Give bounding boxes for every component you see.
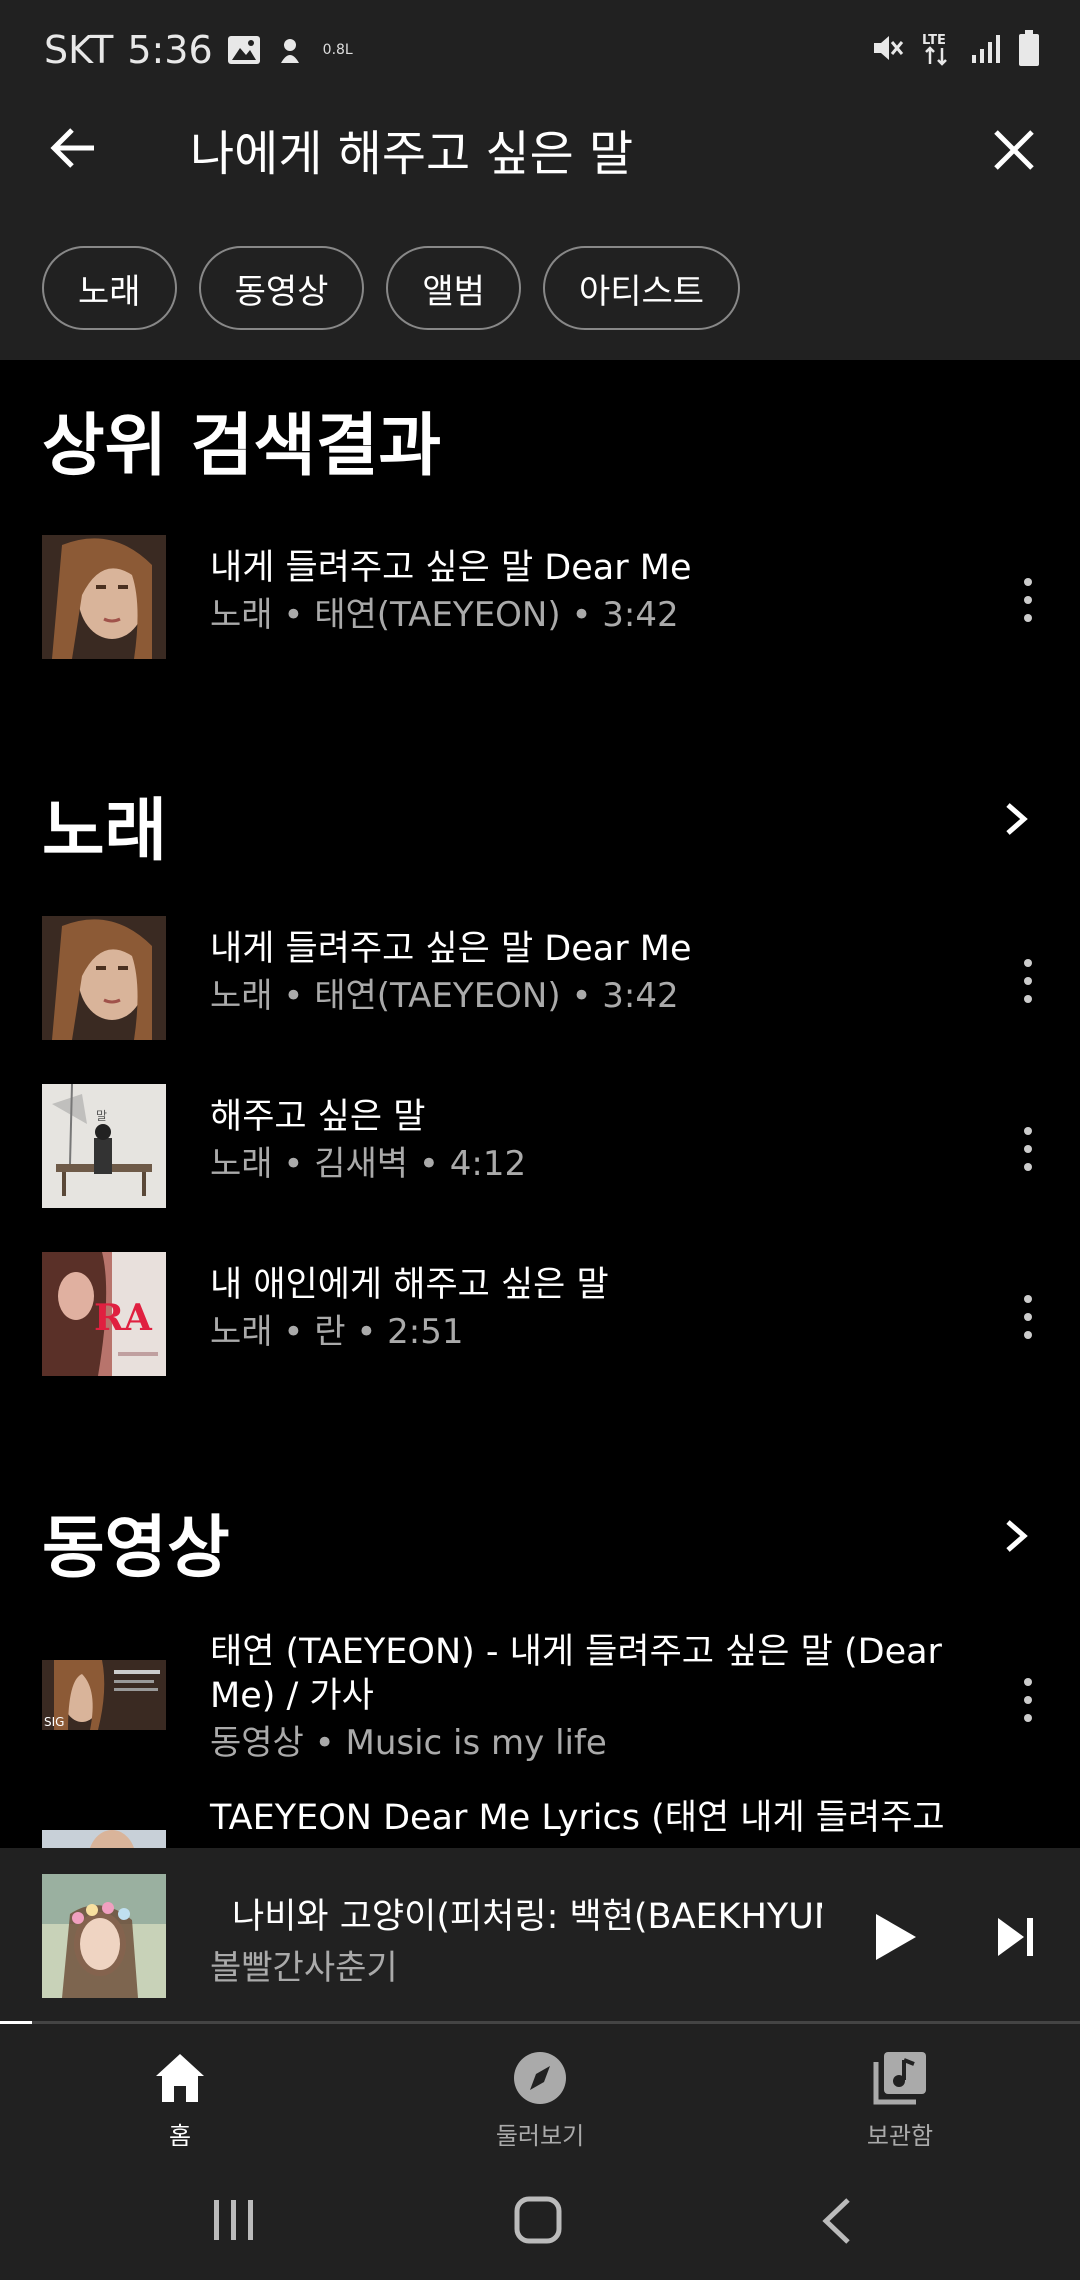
filter-chips: 노래 동영상 앨범 아티스트: [42, 246, 741, 330]
song-subtitle: 노래 • 태연(TAEYEON) • 3:42: [210, 976, 679, 1016]
play-icon[interactable]: [870, 1910, 920, 1964]
chip-artists[interactable]: 아티스트: [542, 246, 741, 330]
search-query-text[interactable]: 나에게 해주고 싶은 말: [190, 114, 633, 184]
now-playing-art: [42, 1874, 166, 1998]
svg-text:RA: RA: [94, 1297, 153, 1339]
video-title: TAEYEON Dear Me Lyrics (태연 내게 들려주고: [210, 1798, 945, 1838]
lte-icon: LTE: [922, 33, 947, 66]
close-icon[interactable]: [984, 120, 1044, 180]
more-options-icon[interactable]: [1020, 1295, 1036, 1339]
recent-apps-icon[interactable]: [212, 2200, 256, 2240]
back-arrow-icon[interactable]: [44, 118, 104, 178]
song-subtitle: 노래 • 김새벽 • 4:12: [210, 1144, 527, 1184]
battery-icon: [1019, 30, 1039, 66]
search-header: 나에게 해주고 싶은 말 노래 동영상 앨범 아티스트: [0, 100, 1080, 360]
video-thumbnail: [42, 1830, 166, 1848]
svg-text:LTE: LTE: [922, 33, 946, 48]
home-icon: [156, 2054, 204, 2102]
album-art: [42, 916, 166, 1040]
now-playing-title: 나비와 고양이(피처링: 백현(BAEKHYUN: [232, 1897, 822, 1937]
song-title: 내게 들려주고 싶은 말 Dear Me: [210, 929, 692, 969]
videos-heading: 동영상: [42, 1509, 230, 1588]
mute-icon: [874, 36, 904, 60]
clock: 5:36: [127, 28, 213, 72]
list-item[interactable]: RA 내 애인에게 해주고 싶은 말 노래 • 란 • 2:51: [0, 1249, 1080, 1389]
song-title: 해주고 싶은 말: [210, 1097, 426, 1137]
album-art: RA: [42, 1252, 166, 1376]
notification-icon: [280, 39, 299, 63]
home-button-icon[interactable]: [514, 2196, 562, 2244]
nav-explore-label: 둘러보기: [495, 2122, 585, 2150]
more-options-icon[interactable]: [1020, 1127, 1036, 1171]
list-item[interactable]: SIG 태연 (TAEYEON) - 내게 들려주고 싶은 말 (Dear Me…: [0, 1630, 1080, 1770]
more-options-icon[interactable]: [1020, 578, 1036, 622]
song-title: 내게 들려주고 싶은 말 Dear Me: [210, 548, 692, 588]
songs-heading: 노래: [42, 792, 168, 871]
system-navigation-bar: [0, 2160, 1080, 2280]
album-art: [42, 535, 166, 659]
svg-text:SIG: SIG: [44, 1715, 64, 1729]
video-thumbnail: SIG: [42, 1660, 166, 1730]
nav-home[interactable]: 홈: [80, 2048, 280, 2151]
gallery-icon: [227, 36, 260, 64]
nav-home-label: 홈: [168, 2122, 192, 2150]
carrier-label: SKT: [44, 28, 114, 72]
chevron-right-icon[interactable]: [996, 1516, 1036, 1556]
back-nav-icon[interactable]: [822, 2198, 852, 2244]
signal-icon: [972, 35, 1000, 63]
list-item[interactable]: 내게 들려주고 싶은 말 Dear Me 노래 • 태연(TAEYEON) • …: [0, 532, 1080, 672]
library-icon: [873, 2052, 926, 2105]
chip-videos[interactable]: 동영상: [198, 246, 365, 330]
song-subtitle: 노래 • 란 • 2:51: [210, 1312, 464, 1352]
chip-albums[interactable]: 앨범: [386, 246, 521, 330]
more-options-icon[interactable]: [1020, 1678, 1036, 1722]
now-playing-artist: 볼빨간사춘기: [210, 1948, 398, 1988]
list-item[interactable]: TAEYEON Dear Me Lyrics (태연 내게 들려주고: [0, 1796, 1080, 1848]
status-bar: SKT 5:36 0.8L LTE: [0, 0, 1080, 100]
nav-library-label: 보관함: [866, 2122, 934, 2150]
album-art: 말: [42, 1084, 166, 1208]
nav-explore[interactable]: 둘러보기: [440, 2048, 640, 2151]
top-result-heading: 상위 검색결과: [42, 407, 442, 486]
video-title: 태연 (TAEYEON) - 내게 들려주고 싶은 말 (Dear Me) / …: [210, 1632, 942, 1716]
list-item[interactable]: 내게 들려주고 싶은 말 Dear Me 노래 • 태연(TAEYEON) • …: [0, 913, 1080, 1053]
video-subtitle: 동영상 • Music is my life: [210, 1723, 607, 1763]
list-item[interactable]: 말 해주고 싶은 말 노래 • 김새벽 • 4:12: [0, 1081, 1080, 1221]
compass-icon: [514, 2052, 566, 2104]
chip-songs[interactable]: 노래: [42, 246, 177, 330]
skip-next-icon[interactable]: [996, 1912, 1036, 1962]
song-subtitle: 노래 • 태연(TAEYEON) • 3:42: [210, 595, 679, 635]
chevron-right-icon[interactable]: [996, 799, 1036, 839]
bottom-navigation: 홈 둘러보기 보관함: [0, 2024, 1080, 2160]
more-options-icon[interactable]: [1020, 959, 1036, 1003]
mini-player[interactable]: 나비와 고양이(피처링: 백현(BAEKHYUN 볼빨간사춘기: [0, 1848, 1080, 2024]
nav-library[interactable]: 보관함: [800, 2048, 1000, 2151]
song-title: 내 애인에게 해주고 싶은 말: [210, 1265, 609, 1305]
network-speed: 0.8L: [322, 42, 353, 58]
svg-text:말: 말: [96, 1109, 107, 1123]
